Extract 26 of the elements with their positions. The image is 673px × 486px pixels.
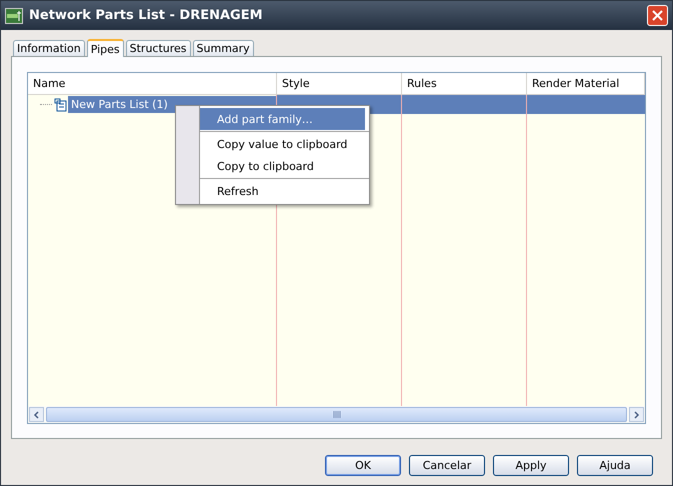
tab[interactable]: Structures (126, 40, 191, 56)
tab[interactable]: Information (13, 40, 85, 56)
menu-item[interactable]: Copy to clipboard (200, 155, 365, 177)
dialog-button[interactable]: Apply (493, 455, 569, 476)
window-title: Network Parts List - DRENAGEM (29, 8, 264, 23)
tab[interactable]: Summary (192, 40, 254, 56)
menu-item[interactable]: Copy value to clipboard (200, 133, 365, 155)
close-button[interactable] (647, 5, 668, 26)
column-header[interactable]: Style (277, 73, 402, 94)
tab[interactable]: Pipes (86, 39, 124, 57)
scroll-right-button[interactable] (629, 407, 644, 422)
grip-icon (332, 411, 340, 418)
scroll-thumb[interactable] (46, 407, 627, 422)
menu-item[interactable]: Add part family… (200, 108, 365, 130)
dialog-button[interactable]: Cancelar (409, 455, 485, 476)
menu-item[interactable]: Refresh (200, 180, 365, 202)
parts-list-icon (54, 98, 68, 112)
scroll-left-button[interactable] (29, 407, 44, 422)
horizontal-scrollbar[interactable] (28, 406, 645, 423)
column-header[interactable]: Rules (402, 73, 527, 94)
close-icon (652, 10, 663, 21)
dialog-button[interactable]: OK (325, 455, 401, 476)
column-header[interactable]: Render Material (527, 73, 645, 94)
column-header[interactable]: Name (28, 73, 277, 94)
app-icon (5, 8, 23, 24)
dialog-button[interactable]: Ajuda (577, 455, 653, 476)
